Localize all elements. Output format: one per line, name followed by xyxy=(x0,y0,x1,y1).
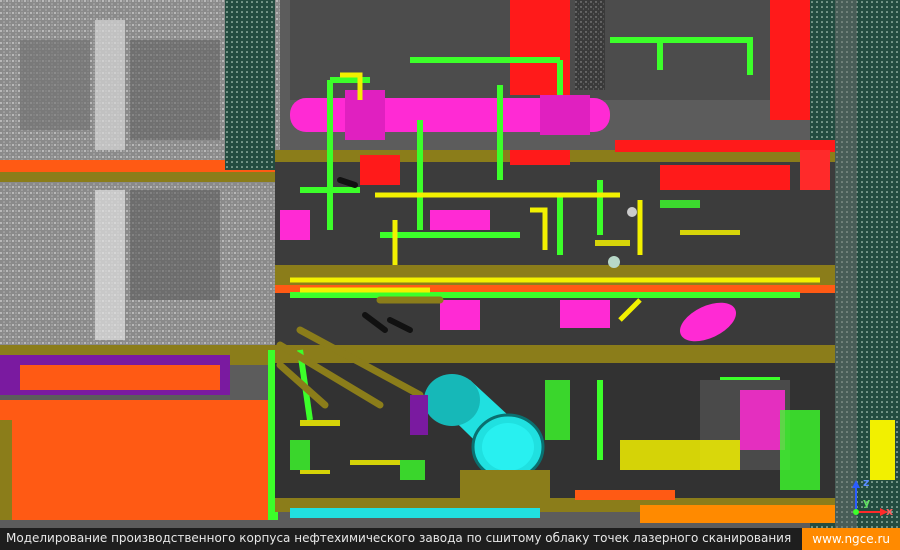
point-cloud-3d-model-render xyxy=(0,0,900,528)
red-column-right xyxy=(770,0,810,120)
left-green-column xyxy=(225,0,275,170)
axis-label-y: y xyxy=(863,496,871,509)
orange-equipment-block xyxy=(0,412,270,520)
axis-label-x: x xyxy=(886,505,894,518)
axis-orientation-gizmo: z y x xyxy=(848,476,894,522)
site-link-badge[interactable]: www.ngce.ru xyxy=(802,528,900,550)
caption-bar: Моделирование производственного корпуса … xyxy=(0,528,900,550)
model-view-svg xyxy=(0,0,900,528)
caption-text: Моделирование производственного корпуса … xyxy=(6,531,792,545)
axis-label-z: z xyxy=(863,476,870,489)
